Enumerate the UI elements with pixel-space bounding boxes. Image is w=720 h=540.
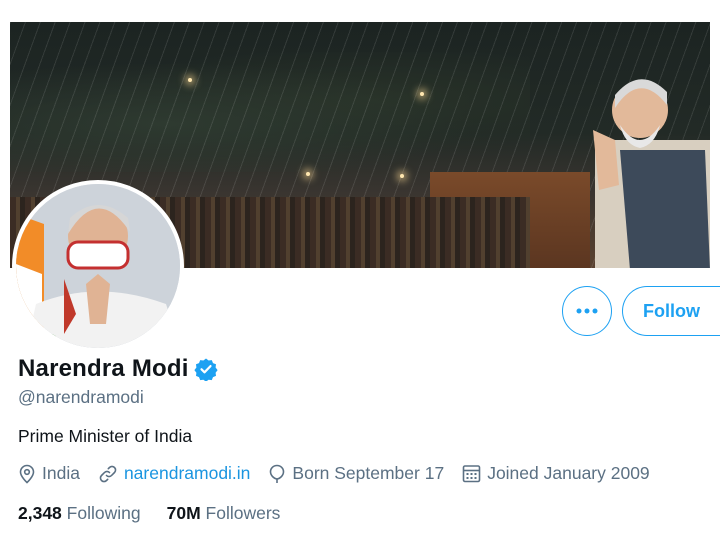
profile-stats: 2,348 Following 70M Followers [18,503,306,524]
profile-avatar[interactable] [12,180,184,352]
website-item: narendramodi.in [98,463,250,484]
birthday-text: Born September 17 [292,463,445,483]
follow-button[interactable]: Follow [622,286,720,336]
joined-text: Joined January 2009 [487,463,650,483]
followers-label: Followers [205,503,281,523]
following-stat[interactable]: 2,348 Following [18,503,141,524]
more-icon [576,308,598,314]
profile-name-row: Narendra Modi [18,355,218,383]
location-item: India [18,463,80,484]
verified-badge-icon [194,358,218,381]
calendar-icon [462,465,481,483]
profile-page: Follow Narendra Modi @narendramodi Prime… [0,0,720,540]
following-count: 2,348 [18,503,62,523]
followers-stat[interactable]: 70M Followers [167,503,281,524]
more-options-button[interactable] [562,286,612,336]
profile-meta-row: India narendramodi.in Born September 17 [18,463,668,484]
profile-display-name: Narendra Modi [18,355,189,382]
location-text: India [42,463,80,483]
profile-handle: @narendramodi [18,387,144,407]
followers-count: 70M [166,503,201,523]
link-icon [99,465,117,482]
birthday-item: Born September 17 [268,463,444,484]
birthday-balloon-icon [270,464,285,483]
website-link[interactable]: narendramodi.in [124,463,250,484]
joined-item: Joined January 2009 [462,463,650,484]
profile-bio: Prime Minister of India [18,426,193,446]
following-label: Following [66,503,141,523]
follow-button-label: Follow [643,300,700,321]
location-icon [19,464,35,484]
